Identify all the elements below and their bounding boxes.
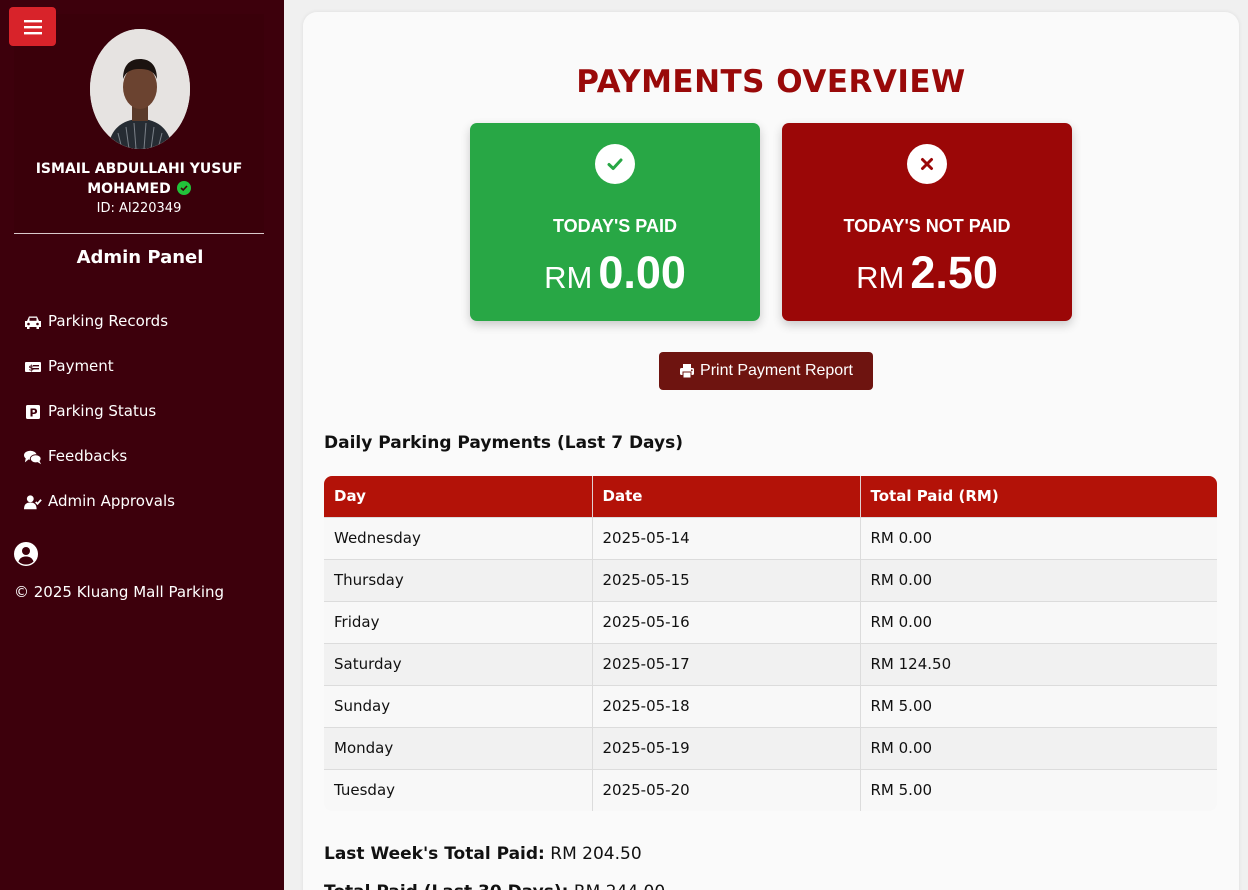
sidebar-nav: Parking Records $ Payment P Parking Stat… xyxy=(24,312,175,537)
cell-day: Tuesday xyxy=(324,768,593,811)
todays-paid-label: TODAY'S PAID xyxy=(553,216,677,236)
profile-card: ISMAIL ABDULLAHI YUSUF MOHAMED ID: AI220… xyxy=(14,14,264,232)
todays-paid-amount: RM 0.00 xyxy=(544,247,686,298)
page-title: PAYMENTS OVERVIEW xyxy=(576,64,966,100)
table-row: Sunday 2025-05-18 RM 5.00 xyxy=(324,684,1217,727)
cell-total: RM 5.00 xyxy=(860,768,1217,811)
table-row: Friday 2025-05-16 RM 0.00 xyxy=(324,600,1217,643)
todays-not-paid-card: TODAY'S NOT PAID RM 2.50 xyxy=(782,123,1072,321)
last-30-days-total: Total Paid (Last 30 Days): RM 244.00 xyxy=(324,882,665,890)
print-payment-report-button[interactable]: Print Payment Report xyxy=(659,352,873,390)
table-row: Thursday 2025-05-15 RM 0.00 xyxy=(324,558,1217,601)
comments-icon xyxy=(24,447,46,467)
table-row: Tuesday 2025-05-20 RM 5.00 xyxy=(324,768,1217,811)
last-week-total-value: RM 204.50 xyxy=(550,844,642,864)
last-week-total-label: Last Week's Total Paid: xyxy=(324,844,545,864)
cell-date: 2025-05-20 xyxy=(592,768,861,811)
parking-sign-icon: P xyxy=(24,402,46,422)
hamburger-menu-button[interactable] xyxy=(9,7,56,46)
cell-total: RM 0.00 xyxy=(860,726,1217,769)
daily-payments-table: Day Date Total Paid (RM) Wednesday 2025-0… xyxy=(324,476,1217,811)
sidebar-item-feedbacks[interactable]: Feedbacks xyxy=(24,447,175,492)
column-header-date: Date xyxy=(592,476,861,517)
sidebar-footer: © 2025 Kluang Mall Parking xyxy=(14,583,225,601)
cell-date: 2025-05-17 xyxy=(592,642,861,685)
cell-total: RM 0.00 xyxy=(860,516,1217,559)
todays-paid-card: TODAY'S PAID RM 0.00 xyxy=(470,123,760,321)
sidebar-item-parking-records[interactable]: Parking Records xyxy=(24,312,175,357)
column-header-total-paid: Total Paid (RM) xyxy=(860,476,1217,517)
profile-photo xyxy=(90,29,190,149)
avatar xyxy=(90,29,190,149)
cell-date: 2025-05-14 xyxy=(592,516,861,559)
sidebar-item-admin-approvals[interactable]: Admin Approvals xyxy=(24,492,175,537)
column-header-day: Day xyxy=(324,476,593,517)
times-icon xyxy=(907,144,947,184)
sidebar-item-parking-status[interactable]: P Parking Status xyxy=(24,402,175,447)
daily-payments-title: Daily Parking Payments (Last 7 Days) xyxy=(324,433,683,453)
panel-title: Admin Panel xyxy=(76,247,204,268)
table-header-row: Day Date Total Paid (RM) xyxy=(324,476,1217,517)
todays-not-paid-amount: RM 2.50 xyxy=(856,247,998,298)
table-row: Monday 2025-05-19 RM 0.00 xyxy=(324,726,1217,769)
cell-total: RM 5.00 xyxy=(860,684,1217,727)
profile-id: ID: AI220349 xyxy=(96,201,182,216)
money-bill-icon: $ xyxy=(24,357,46,377)
cell-day: Wednesday xyxy=(324,516,593,559)
verified-check-icon xyxy=(176,181,191,195)
print-icon xyxy=(680,364,695,379)
cell-date: 2025-05-16 xyxy=(592,600,861,643)
table-row: Wednesday 2025-05-14 RM 0.00 xyxy=(324,516,1217,559)
user-check-icon xyxy=(24,492,46,512)
cell-day: Saturday xyxy=(324,642,593,685)
car-icon xyxy=(24,312,46,332)
cell-day: Monday xyxy=(324,726,593,769)
last-30-days-total-value: RM 244.00 xyxy=(574,882,665,890)
cell-day: Friday xyxy=(324,600,593,643)
user-circle-icon[interactable] xyxy=(14,542,38,566)
sidebar-divider xyxy=(14,233,264,234)
last-30-days-total-label: Total Paid (Last 30 Days): xyxy=(324,882,568,890)
cell-date: 2025-05-18 xyxy=(592,684,861,727)
main-content: PAYMENTS OVERVIEW TODAY'S PAID RM 0.00 TO… xyxy=(303,12,1239,890)
sidebar: ISMAIL ABDULLAHI YUSUF MOHAMED ID: AI220… xyxy=(0,0,284,890)
svg-text:P: P xyxy=(30,407,38,420)
table-row: Saturday 2025-05-17 RM 124.50 xyxy=(324,642,1217,685)
cell-date: 2025-05-19 xyxy=(592,726,861,769)
profile-name: ISMAIL ABDULLAHI YUSUF MOHAMED xyxy=(35,161,243,197)
todays-not-paid-label: TODAY'S NOT PAID xyxy=(843,216,1011,236)
cell-date: 2025-05-15 xyxy=(592,558,861,601)
bars-icon xyxy=(23,19,42,34)
cell-total: RM 124.50 xyxy=(860,642,1217,685)
cell-total: RM 0.00 xyxy=(860,600,1217,643)
last-week-total: Last Week's Total Paid: RM 204.50 xyxy=(324,844,642,864)
cell-total: RM 0.00 xyxy=(860,558,1217,601)
cell-day: Thursday xyxy=(324,558,593,601)
check-icon xyxy=(595,144,635,184)
sidebar-item-payment[interactable]: $ Payment xyxy=(24,357,175,402)
cell-day: Sunday xyxy=(324,684,593,727)
